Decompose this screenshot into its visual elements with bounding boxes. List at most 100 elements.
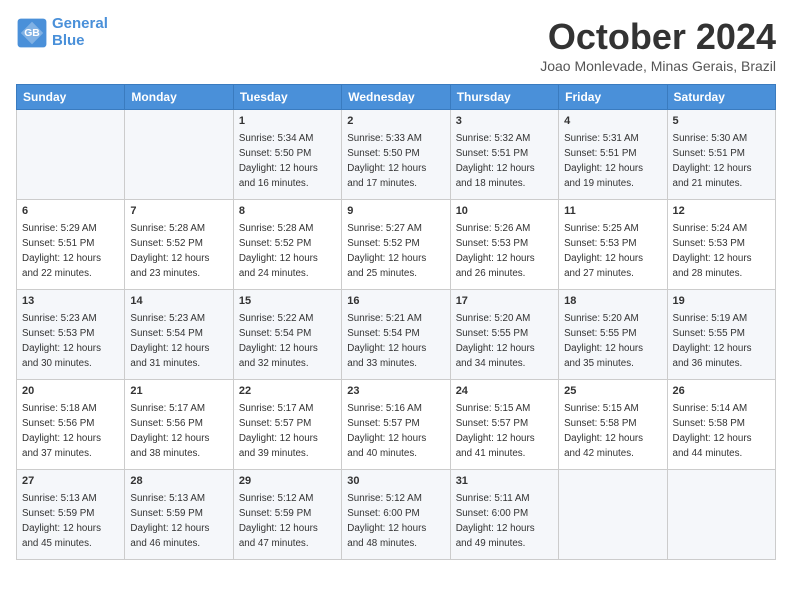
logo: GB General Blue (16, 16, 108, 49)
day-info: Sunrise: 5:12 AMSunset: 6:00 PMDaylight:… (347, 493, 426, 548)
calendar-cell: 1Sunrise: 5:34 AMSunset: 5:50 PMDaylight… (233, 110, 341, 200)
day-number: 11 (564, 204, 661, 219)
day-number: 22 (239, 384, 336, 399)
day-number: 7 (130, 204, 227, 219)
calendar-table: SundayMondayTuesdayWednesdayThursdayFrid… (16, 84, 776, 560)
day-info: Sunrise: 5:23 AMSunset: 5:53 PMDaylight:… (22, 313, 101, 368)
day-number: 30 (347, 474, 444, 489)
calendar-cell: 29 Sunrise: 5:12 AMSunset: 5:59 PMDayligh… (233, 470, 341, 560)
day-number: 28 (130, 474, 227, 489)
weekday-header-cell: Thursday (450, 85, 558, 110)
calendar-cell: 3 Sunrise: 5:32 AMSunset: 5:51 PMDaylight… (450, 110, 558, 200)
day-number: 14 (130, 294, 227, 309)
calendar-cell: 15Sunrise: 5:22 AMSunset: 5:54 PMDayligh… (233, 290, 341, 380)
day-info: Sunrise: 5:13 AMSunset: 5:59 PMDaylight:… (130, 493, 209, 548)
calendar-cell: 2 Sunrise: 5:33 AMSunset: 5:50 PMDaylight… (342, 110, 450, 200)
day-number: 23 (347, 384, 444, 399)
calendar-cell: 26 Sunrise: 5:14 AMSunset: 5:58 PMDayligh… (667, 380, 775, 470)
calendar-cell: 11 Sunrise: 5:25 AMSunset: 5:53 PMDayligh… (559, 200, 667, 290)
calendar-cell: 12Sunrise: 5:24 AMSunset: 5:53 PMDayligh… (667, 200, 775, 290)
day-number: 8 (239, 204, 336, 219)
day-number: 10 (456, 204, 553, 219)
day-number: 27 (22, 474, 119, 489)
calendar-cell (125, 110, 233, 200)
day-number: 31 (456, 474, 553, 489)
day-number: 24 (456, 384, 553, 399)
day-info: Sunrise: 5:12 AMSunset: 5:59 PMDaylight:… (239, 493, 318, 548)
svg-text:GB: GB (24, 28, 40, 39)
calendar-cell: 22 Sunrise: 5:17 AMSunset: 5:57 PMDayligh… (233, 380, 341, 470)
calendar-cell: 18 Sunrise: 5:20 AMSunset: 5:55 PMDayligh… (559, 290, 667, 380)
month-title: October 2024 (540, 16, 776, 58)
day-info: Sunrise: 5:30 AMSunset: 5:51 PMDaylight:… (673, 133, 752, 188)
weekday-header-row: SundayMondayTuesdayWednesdayThursdayFrid… (17, 85, 776, 110)
day-info: Sunrise: 5:18 AMSunset: 5:56 PMDaylight:… (22, 403, 101, 458)
weekday-header-cell: Friday (559, 85, 667, 110)
day-info: Sunrise: 5:14 AMSunset: 5:58 PMDaylight:… (673, 403, 752, 458)
day-info: Sunrise: 5:28 AMSunset: 5:52 PMDaylight:… (130, 223, 209, 278)
day-info: Sunrise: 5:26 AMSunset: 5:53 PMDaylight:… (456, 223, 535, 278)
weekday-header-cell: Monday (125, 85, 233, 110)
day-number: 19 (673, 294, 770, 309)
day-number: 17 (456, 294, 553, 309)
day-info: Sunrise: 5:15 AMSunset: 5:57 PMDaylight:… (456, 403, 535, 458)
day-info: Sunrise: 5:15 AMSunset: 5:58 PMDaylight:… (564, 403, 643, 458)
calendar-cell: 16 Sunrise: 5:21 AMSunset: 5:54 PMDayligh… (342, 290, 450, 380)
day-info: Sunrise: 5:32 AMSunset: 5:51 PMDaylight:… (456, 133, 535, 188)
weekday-header-cell: Wednesday (342, 85, 450, 110)
calendar-week-row: 1Sunrise: 5:34 AMSunset: 5:50 PMDaylight… (17, 110, 776, 200)
calendar-cell: 9Sunrise: 5:27 AMSunset: 5:52 PMDaylight… (342, 200, 450, 290)
page-header: GB General Blue October 2024 Joao Monlev… (16, 16, 776, 74)
calendar-cell: 27Sunrise: 5:13 AMSunset: 5:59 PMDayligh… (17, 470, 125, 560)
day-info: Sunrise: 5:31 AMSunset: 5:51 PMDaylight:… (564, 133, 643, 188)
day-info: Sunrise: 5:16 AMSunset: 5:57 PMDaylight:… (347, 403, 426, 458)
calendar-cell: 4 Sunrise: 5:31 AMSunset: 5:51 PMDaylight… (559, 110, 667, 200)
calendar-cell: 28 Sunrise: 5:13 AMSunset: 5:59 PMDayligh… (125, 470, 233, 560)
calendar-cell (559, 470, 667, 560)
day-info: Sunrise: 5:21 AMSunset: 5:54 PMDaylight:… (347, 313, 426, 368)
calendar-week-row: 20 Sunrise: 5:18 AMSunset: 5:56 PMDayligh… (17, 380, 776, 470)
day-info: Sunrise: 5:28 AMSunset: 5:52 PMDaylight:… (239, 223, 318, 278)
day-info: Sunrise: 5:19 AMSunset: 5:55 PMDaylight:… (673, 313, 752, 368)
day-info: Sunrise: 5:20 AMSunset: 5:55 PMDaylight:… (564, 313, 643, 368)
day-number: 29 (239, 474, 336, 489)
weekday-header-cell: Saturday (667, 85, 775, 110)
logo-icon: GB (16, 17, 48, 49)
calendar-cell: 24 Sunrise: 5:15 AMSunset: 5:57 PMDayligh… (450, 380, 558, 470)
day-info: Sunrise: 5:11 AMSunset: 6:00 PMDaylight:… (456, 493, 535, 548)
location-title: Joao Monlevade, Minas Gerais, Brazil (540, 58, 776, 74)
day-number: 2 (347, 114, 444, 129)
calendar-body: 1Sunrise: 5:34 AMSunset: 5:50 PMDaylight… (17, 110, 776, 560)
day-number: 4 (564, 114, 661, 129)
calendar-cell: 30 Sunrise: 5:12 AMSunset: 6:00 PMDayligh… (342, 470, 450, 560)
day-number: 18 (564, 294, 661, 309)
calendar-cell: 7 Sunrise: 5:28 AMSunset: 5:52 PMDaylight… (125, 200, 233, 290)
day-info: Sunrise: 5:17 AMSunset: 5:57 PMDaylight:… (239, 403, 318, 458)
day-number: 16 (347, 294, 444, 309)
calendar-cell: 5 Sunrise: 5:30 AMSunset: 5:51 PMDaylight… (667, 110, 775, 200)
calendar-cell: 13 Sunrise: 5:23 AMSunset: 5:53 PMDayligh… (17, 290, 125, 380)
day-number: 15 (239, 294, 336, 309)
day-number: 12 (673, 204, 770, 219)
calendar-cell: 21Sunrise: 5:17 AMSunset: 5:56 PMDayligh… (125, 380, 233, 470)
day-info: Sunrise: 5:33 AMSunset: 5:50 PMDaylight:… (347, 133, 426, 188)
calendar-cell: 19 Sunrise: 5:19 AMSunset: 5:55 PMDayligh… (667, 290, 775, 380)
day-number: 13 (22, 294, 119, 309)
weekday-header-cell: Tuesday (233, 85, 341, 110)
calendar-cell: 25 Sunrise: 5:15 AMSunset: 5:58 PMDayligh… (559, 380, 667, 470)
calendar-cell: 20 Sunrise: 5:18 AMSunset: 5:56 PMDayligh… (17, 380, 125, 470)
day-number: 5 (673, 114, 770, 129)
day-number: 3 (456, 114, 553, 129)
calendar-cell: 17Sunrise: 5:20 AMSunset: 5:55 PMDayligh… (450, 290, 558, 380)
day-number: 1 (239, 114, 336, 129)
calendar-week-row: 27 Sunrise: 5:13 AMSunset: 5:59 PMDayligh… (17, 470, 776, 560)
day-info: Sunrise: 5:29 AMSunset: 5:51 PMDaylight:… (22, 223, 101, 278)
day-info: Sunrise: 5:25 AMSunset: 5:53 PMDaylight:… (564, 223, 643, 278)
calendar-cell: 8 Sunrise: 5:28 AMSunset: 5:52 PMDaylight… (233, 200, 341, 290)
day-number: 9 (347, 204, 444, 219)
day-number: 26 (673, 384, 770, 399)
day-info: Sunrise: 5:17 AMSunset: 5:56 PMDaylight:… (130, 403, 209, 458)
day-number: 20 (22, 384, 119, 399)
day-number: 25 (564, 384, 661, 399)
calendar-week-row: 6Sunrise: 5:29 AMSunset: 5:51 PMDaylight… (17, 200, 776, 290)
